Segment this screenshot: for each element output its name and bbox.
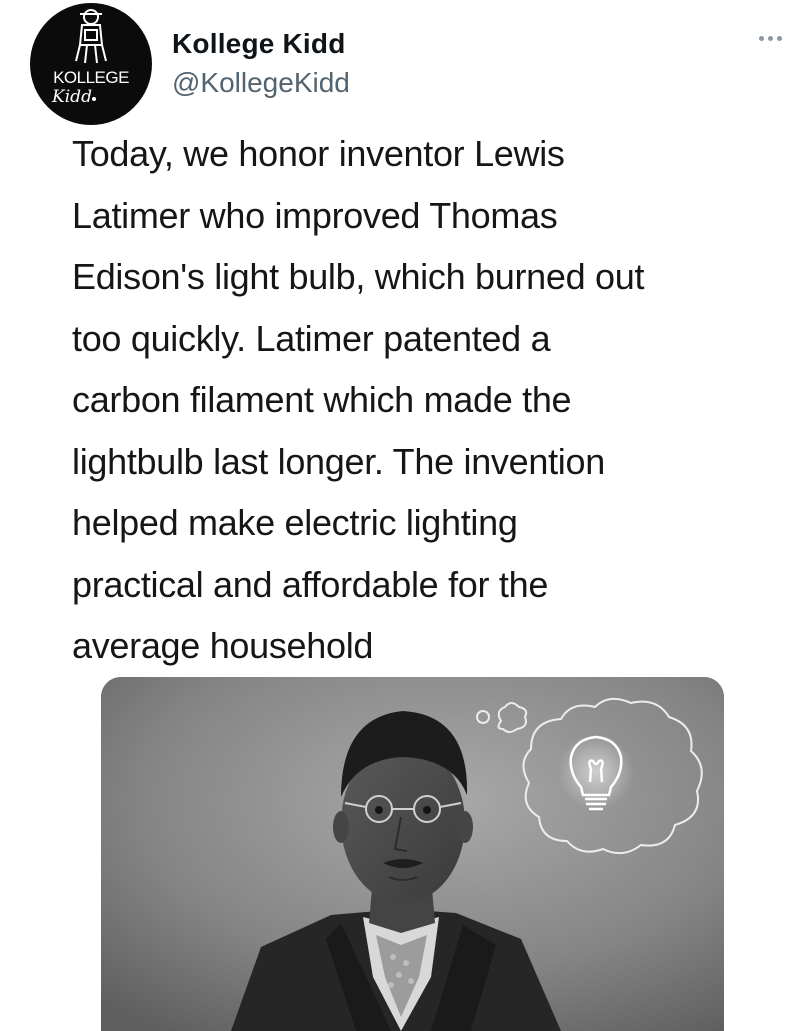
logo-text-line1: KOLLEGE [53,68,129,87]
tweet-text-line: Edison's light bulb, which burned out [72,256,645,297]
tweet-text: Today, we honor inventor Lewis Latimer w… [72,123,772,677]
tweet-image[interactable] [101,677,724,1031]
tweet-text-line: carbon filament which made the [72,379,572,420]
tweet-text-line: practical and affordable for the [72,563,549,605]
tweet-text-line: lightbulb last longer. The invention [72,440,605,482]
logo-text-line2: Kidd [51,87,92,107]
tweet-text-line: Today, we honor inventor Lewis [72,133,565,174]
kollege-kidd-logo: KOLLEGE Kidd [51,9,130,107]
author-name[interactable]: Kollege Kidd [172,28,346,60]
more-horizontal-icon [758,35,764,41]
tweet-text-line: Latimer who improved Thomas [72,194,558,236]
avatar[interactable]: KOLLEGE Kidd [30,3,152,125]
tweet-text-line: helped make electric lighting [72,502,518,543]
portrait-photo [101,677,724,1031]
tweet-text-line: average household [72,625,374,666]
tweet-text-line: too quickly. Latimer patented a [72,317,551,359]
tweet-card: KOLLEGE Kidd Kollege Kidd @KollegeKidd T… [0,0,799,1031]
author-handle[interactable]: @KollegeKidd [172,67,350,99]
more-options-button[interactable] [752,28,788,48]
